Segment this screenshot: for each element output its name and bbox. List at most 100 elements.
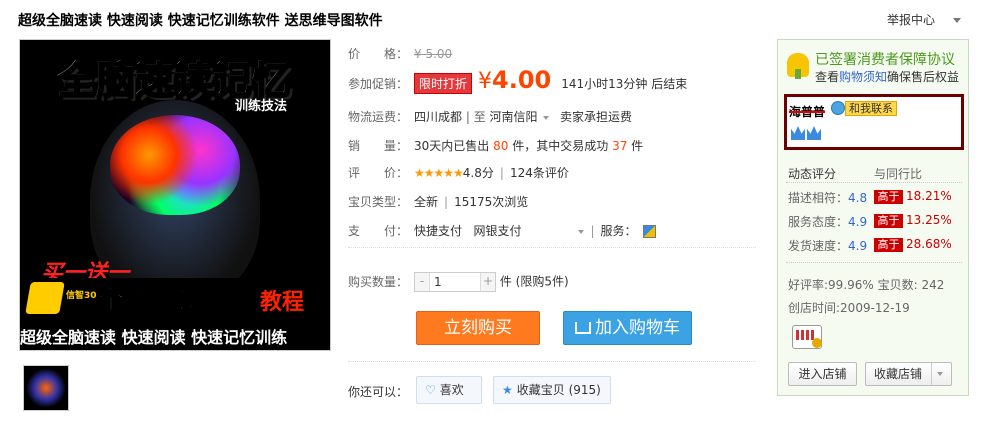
rating-stars-icon: ★★★★★ [414,166,464,180]
sales-label: 销 量： [348,139,409,153]
guarantee-icon [787,53,809,79]
report-center-label: 举报中心 [887,13,936,27]
enter-store-button[interactable]: 进入店铺 [788,362,857,386]
promo-row: 参加促销： 限时打折 ¥4.00 141小时13分钟 后结束 [348,66,687,94]
rating-score: 4.8分 [462,166,494,180]
sales-count: 80 [493,139,509,153]
ship-separator: | 至 [465,110,486,124]
service-label: 服务： [600,224,637,238]
sales-suffix: 件 [631,139,644,153]
payment-row: 支 付： 快捷支付 网银支付 | 服务： [348,222,656,239]
type-separator: | [444,195,449,209]
quantity-row: 购买数量：- + 件 (限购5件) [348,272,569,292]
rating-item-score: 4.9 [848,215,868,229]
type-label: 宝贝类型： [348,195,409,209]
view-count: 15175次浏览 [454,195,529,209]
ship-to-select[interactable]: 河南信阳 [490,110,538,124]
report-center-menu[interactable]: 举报中心 [887,11,962,28]
image-caption: 超级全脑速读 快速阅读 快速记忆训练 [20,320,330,348]
pay-quick: 快捷支付 [414,224,463,238]
promo-countdown: 141小时13分钟 后结束 [561,77,688,91]
sales-success-count: 37 [612,139,628,153]
pay-bank: 网银支付 [473,224,522,238]
star-icon: ★ [502,383,513,397]
ship-from: 四川成都 [414,110,463,124]
sidebar-divider [786,182,962,183]
guarantee-suffix: 确保售后权益 [887,70,960,84]
sales-mid: 件，其中交易成功 [512,139,609,153]
guarantee-title[interactable]: 已签署消费者保障协议 [815,49,955,69]
quantity-input[interactable] [429,273,481,291]
condition: 全新 [414,195,439,209]
heart-icon: ♡ [425,383,436,397]
payment-more-icon[interactable] [578,229,585,234]
like-label: 喜欢 [439,383,464,397]
add-to-cart-button[interactable]: 加入购物车 [563,311,692,345]
rating-item-percent: 28.68% [906,237,952,251]
payment-label: 支 付： [348,224,409,238]
positive-rate: 好评率:99.96% 宝贝数: 242 [788,278,945,292]
sidebar-divider [786,262,962,263]
cart-icon [575,322,591,334]
favorite-store-more[interactable] [931,363,951,385]
seller-name[interactable]: 海普普 [789,103,825,120]
currency-symbol: ¥ [478,69,493,94]
image-band-title: 全脑速读 [97,286,203,317]
page-title: 超级全脑速读 快速阅读 快速记忆训练软件 送思维导图软件 [18,13,383,29]
quantity-increase-button[interactable]: + [481,273,495,291]
product-thumbnail[interactable] [23,365,69,411]
like-button[interactable]: ♡ 喜欢 [416,376,482,404]
chevron-down-icon[interactable] [542,115,549,120]
rating-item-label: 服务态度： [788,215,849,229]
shipping-row: 物流运费： 四川成都 | 至 河南信阳 卖家承担运费 [348,108,632,125]
brand-logo [25,282,65,314]
rating-item-score: 4.9 [848,239,868,253]
rating-row: 评 价： ★★★★★4.8分 | 124条评价 [348,164,569,181]
wangwang-icon[interactable] [792,325,822,349]
favorite-item-button[interactable]: ★ 收藏宝贝 (915) [493,376,611,404]
promo-tag: 限时打折 [414,73,473,94]
quantity-label: 购买数量： [348,274,409,289]
rating-separator: | [499,166,504,180]
shipping-label: 物流运费： [348,110,409,124]
quantity-unit: 件 (限购5件) [499,274,569,289]
favorite-item-label: 收藏宝贝 (915) [516,383,601,397]
also-label: 你还可以： [348,385,409,399]
rating-item-label: 描述相符： [788,191,849,205]
guarantee-text: 查看购物须知确保售后权益 [815,68,959,85]
rating-item-percent: 13.25% [906,213,952,227]
original-price: ¥ 5.00 [414,47,453,61]
guarantee-prefix: 查看 [815,70,840,84]
crown-icon [807,126,821,140]
brand-text: 信智30 [66,291,97,301]
quantity-decrease-button[interactable]: - [415,273,429,291]
rating-item-label: 发货速度： [788,239,849,253]
crown-icon [791,126,805,140]
meta-divider [348,247,756,248]
store-created: 创店时间:2009-12-19 [788,301,910,315]
promo-price: 4.00 [492,66,552,94]
sales-prefix: 30天内已售出 [414,139,490,153]
price-label: 价 格： [348,47,409,61]
higher-badge: 高于 [874,190,903,204]
rating-row-shipping: 发货速度：4.9 [788,237,867,254]
seller-box: 海普普 和我联系 [784,94,964,150]
shopping-guide-link[interactable]: 购物须知 [839,70,887,84]
rating-item-percent: 18.21% [906,189,952,203]
rating-row-service: 服务态度：4.9 [788,213,867,230]
contact-icon[interactable] [831,101,845,115]
service-icon[interactable] [642,225,656,238]
price-row: 价 格： ¥ 5.00 [348,45,452,62]
product-main-image[interactable]: 全脑速读记忆 训练技法 买一送一 信智30 全脑速读 教程 超级全脑速读 快速阅… [19,39,331,351]
sales-row: 销 量： 30天内已售出 80 件，其中交易成功 37 件 [348,137,643,154]
favorite-store-button[interactable]: 收藏店铺 [865,362,952,386]
image-banner-subtitle: 训练技法 [235,99,288,114]
review-count-link[interactable]: 124条评价 [510,166,569,180]
contact-seller-button[interactable]: 和我联系 [845,101,897,116]
actions-divider [348,361,756,362]
shop-sidebar: 已签署消费者保障协议 查看购物须知确保售后权益 海普普 和我联系 动态评分 与同… [777,39,969,396]
rating-label: 评 价： [348,166,409,180]
compare-label: 与同行比 [874,167,923,181]
brain-graphic [110,115,240,215]
buy-now-button[interactable]: 立刻购买 [416,311,540,345]
